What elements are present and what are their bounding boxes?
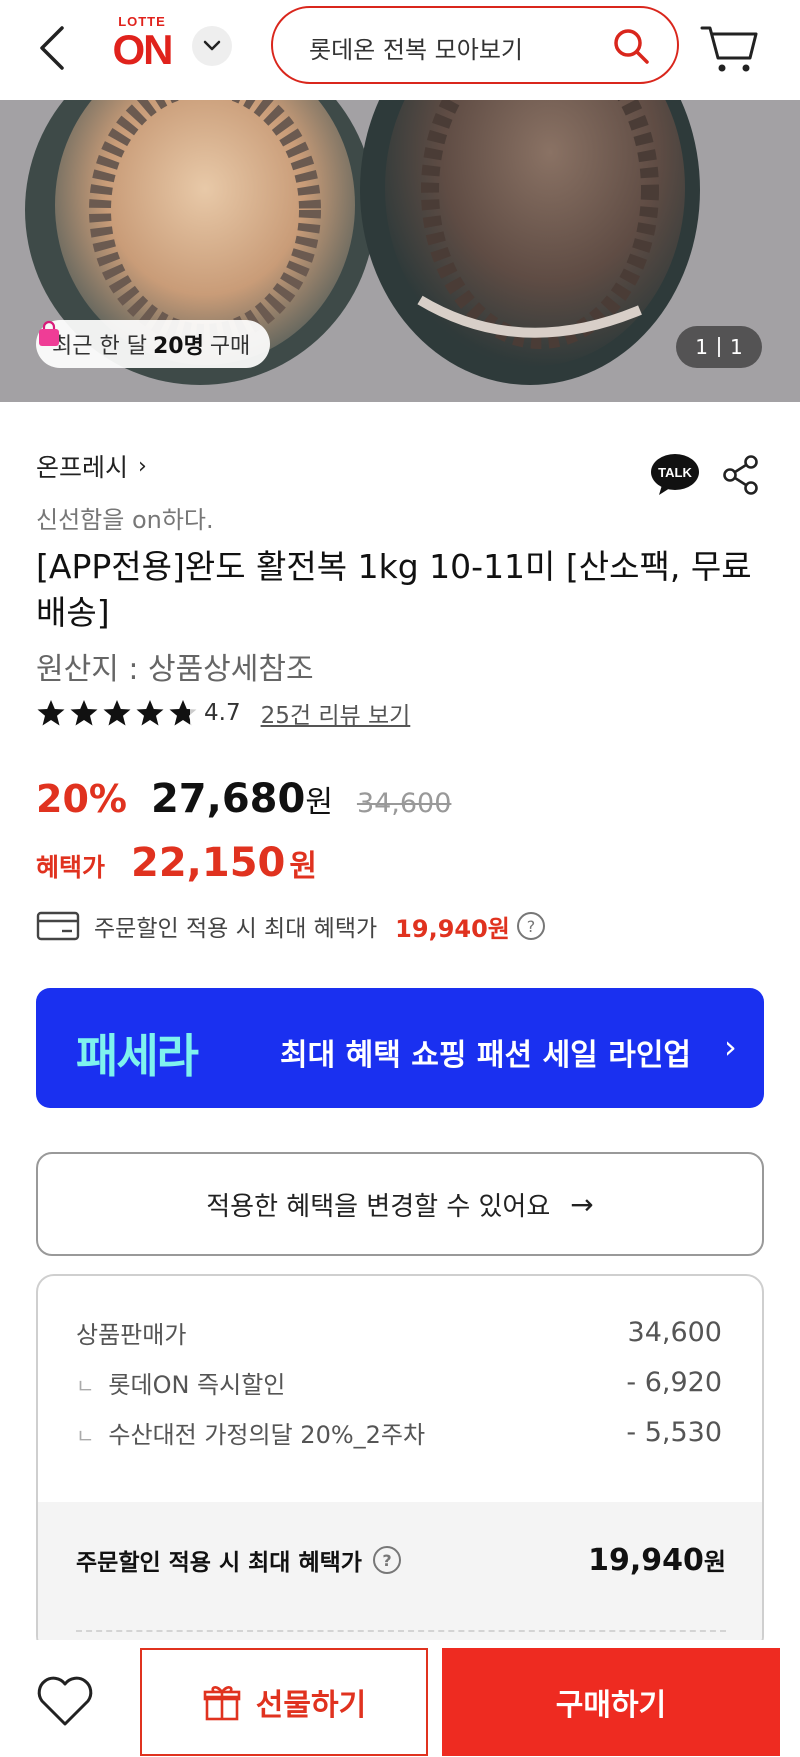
svg-text:TALK: TALK xyxy=(658,465,692,480)
breakdown-label: 수산대전 가정의달 20%_2주차 xyxy=(108,1420,426,1449)
breakdown-row: 상품판매가 34,600 xyxy=(38,1310,762,1354)
arrow-right-icon: → xyxy=(570,1187,594,1221)
chevron-down-icon xyxy=(203,40,221,51)
benefit-price: 22,150 xyxy=(131,840,286,886)
banner-logo: 패세라 xyxy=(76,1029,199,1083)
sub-item-marker: ㄴ xyxy=(76,1373,95,1398)
search-icon[interactable] xyxy=(611,26,651,66)
product-origin: 원산지 : 상품상세참조 xyxy=(36,652,314,687)
gift-button[interactable]: 선물하기 xyxy=(140,1648,428,1756)
top-header: LOTTE ON 롯데온 전복 모아보기 xyxy=(0,0,800,100)
breakdown-value: 34,600 xyxy=(627,1316,722,1348)
benefit-label: 혜택가 xyxy=(36,853,106,882)
sale-price: 27,680 xyxy=(150,776,306,822)
product-title: [APP전용]완도 활전복 1kg 10-11미 [산소팩, 무료배송] xyxy=(36,547,752,632)
image-counter: 1 1 xyxy=(676,326,762,368)
banner-text: 최대 혜택 쇼핑 패션 세일 라인업 xyxy=(280,1038,692,1073)
max-benefit-price: 19,940원 xyxy=(395,914,510,943)
bottom-action-bar: 선물하기 구매하기 xyxy=(0,1640,800,1757)
price-breakdown: 상품판매가 34,600 ㄴ 롯데ON 즉시할인 - 6,920 ㄴ 수산대전 가정… xyxy=(36,1274,764,1654)
logo-main-text: ON xyxy=(112,26,174,73)
share-icon[interactable] xyxy=(722,454,760,496)
svg-text:?: ? xyxy=(527,917,536,936)
svg-text:?: ? xyxy=(382,1551,391,1570)
heart-icon[interactable] xyxy=(34,1672,96,1728)
product-image-carousel[interactable]: 최근 한 달 20명 구매 1 1 xyxy=(0,100,800,402)
back-arrow-icon xyxy=(40,26,64,70)
change-benefit-button[interactable]: 적용한 혜택을 변경할 수 있어요 → xyxy=(36,1152,764,1256)
original-price: 34,600 xyxy=(356,788,452,819)
shopping-bag-icon xyxy=(39,320,59,346)
question-icon[interactable]: ? xyxy=(372,1545,402,1575)
breakdown-value: - 5,530 xyxy=(626,1416,722,1448)
chevron-right-icon: › xyxy=(724,1028,737,1066)
kakaotalk-icon[interactable]: TALK xyxy=(650,452,700,496)
total-value-number: 19,940 xyxy=(588,1543,704,1578)
back-button[interactable] xyxy=(30,20,74,76)
buy-label: 구매하기 xyxy=(555,1688,667,1723)
recent-count: 20명 xyxy=(152,334,204,359)
discount-rate: 20% xyxy=(36,777,127,821)
image-counter-divider xyxy=(718,337,720,357)
breakdown-row: ㄴ 수산대전 가정의달 20%_2주차 - 5,530 xyxy=(38,1410,762,1454)
breakdown-total: 주문할인 적용 시 최대 혜택가 ? 19,940원 xyxy=(38,1502,762,1652)
cart-icon[interactable] xyxy=(698,18,760,76)
store-link[interactable]: 온프레시 › xyxy=(36,448,147,484)
total-value-currency: 원 xyxy=(703,1548,726,1576)
store-chevron-icon: › xyxy=(138,453,147,479)
store-name: 온프레시 xyxy=(36,453,129,482)
total-value: 19,940원 xyxy=(588,1542,726,1578)
recent-purchase-badge: 최근 한 달 20명 구매 xyxy=(36,320,271,368)
gift-icon xyxy=(203,1686,241,1721)
breakdown-row: ㄴ 롯데ON 즉시할인 - 6,920 xyxy=(38,1360,762,1404)
change-benefit-label: 적용한 혜택을 변경할 수 있어요 xyxy=(206,1191,551,1222)
question-icon[interactable]: ? xyxy=(516,911,546,941)
benefit-price-row: 혜택가 22,150 원 xyxy=(36,840,317,886)
sub-item-marker: ㄴ xyxy=(76,1423,95,1448)
star-rating xyxy=(36,698,198,728)
max-benefit-text: 주문할인 적용 시 최대 혜택가 xyxy=(94,916,378,942)
star-icon xyxy=(136,700,164,726)
credit-card-icon xyxy=(36,911,80,941)
rating-value: 4.7 xyxy=(204,700,241,726)
total-label-text: 주문할인 적용 시 최대 혜택가 xyxy=(76,1550,362,1576)
breakdown-label: 롯데ON 즉시할인 xyxy=(108,1370,286,1399)
promo-banner[interactable]: 패세라 최대 혜택 쇼핑 패션 세일 라인업 › xyxy=(36,988,764,1108)
star-icon xyxy=(37,700,65,726)
mall-toggle-button[interactable] xyxy=(192,26,232,66)
star-icon xyxy=(169,700,197,726)
lotte-on-logo[interactable]: LOTTE ON xyxy=(104,14,180,76)
star-icon xyxy=(103,700,131,726)
sale-price-currency: 원 xyxy=(305,785,333,820)
star-icon xyxy=(70,700,98,726)
search-input[interactable]: 롯데온 전복 모아보기 xyxy=(271,6,679,84)
gift-label: 선물하기 xyxy=(255,1688,367,1723)
store-tagline: 신선함을 on하다. xyxy=(36,506,214,534)
dashed-divider xyxy=(76,1630,726,1632)
benefit-price-currency: 원 xyxy=(289,849,317,884)
image-counter-total: 1 xyxy=(730,335,743,359)
rating-row: 4.7 25건 리뷰 보기 xyxy=(36,694,410,732)
recent-prefix: 최근 한 달 xyxy=(52,334,147,359)
price-row: 20% 27,680 원 34,600 xyxy=(36,776,451,822)
review-link[interactable]: 25건 리뷰 보기 xyxy=(261,696,411,730)
recent-suffix: 구매 xyxy=(209,334,251,359)
breakdown-label: 상품판매가 xyxy=(76,1320,187,1349)
breakdown-value: - 6,920 xyxy=(626,1366,722,1398)
buy-button[interactable]: 구매하기 xyxy=(442,1648,780,1756)
search-text: 롯데온 전복 모아보기 xyxy=(309,36,523,64)
image-counter-current: 1 xyxy=(695,335,708,359)
max-benefit-row: 주문할인 적용 시 최대 혜택가 19,940원 ? xyxy=(36,904,546,948)
total-label: 주문할인 적용 시 최대 혜택가 ? xyxy=(76,1543,402,1577)
